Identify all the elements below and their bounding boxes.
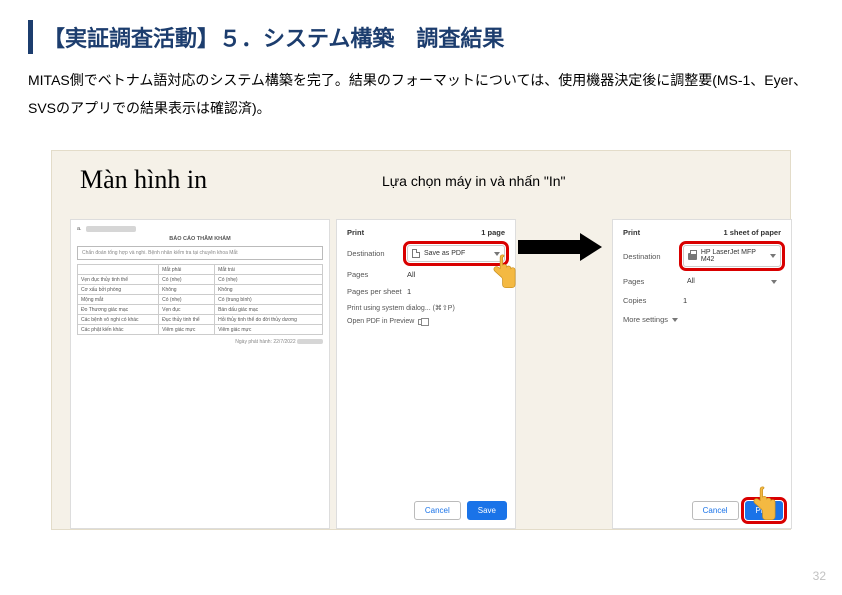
pages-label: Pages: [623, 277, 683, 286]
table-row: Các bệnh vô nghi có khácĐục thủy tinh th…: [78, 315, 323, 325]
report-date: Ngày phát hành: 22/7/2022: [77, 339, 323, 345]
chevron-down-icon: [771, 280, 777, 284]
table-row: Các phật kiến khácViêm giác mựcViêm giác…: [78, 325, 323, 335]
chevron-down-icon: [494, 252, 500, 256]
redaction-bar: [86, 226, 136, 232]
slide-heading: Màn hình in: [80, 165, 207, 195]
arrow-right-icon: [518, 233, 606, 261]
report-title: BÁO CÁO THĂM KHÁM: [77, 236, 323, 242]
redaction-bar: [297, 339, 323, 344]
print-title: Print: [623, 228, 640, 237]
table-row: Đo Thương giác mạcVẹn đụcBán dấu giác mạ…: [78, 305, 323, 315]
copies-label: Copies: [623, 296, 683, 305]
page-count: 1 page: [481, 228, 505, 237]
destination-select[interactable]: HP LaserJet MFP M42: [683, 245, 781, 267]
chevron-down-icon: [672, 318, 678, 322]
print-panel-left: Print 1 page Destination Save as PDF Pag…: [336, 219, 516, 529]
page-title: 【実証調査活動】５．システム構築 調査結果: [43, 21, 504, 53]
chevron-down-icon: [770, 254, 776, 258]
pages-value: All: [407, 270, 505, 279]
destination-label: Destination: [347, 249, 407, 258]
table-row: Mộng mắtCó (nhẹ)Có (trung bình): [78, 295, 323, 305]
report-table: Mắt phải Mắt trái Vẹn đục thủy tinh thểC…: [77, 264, 323, 335]
document-preview: a. BÁO CÁO THĂM KHÁM Chẩn đoán tổng hợp …: [70, 219, 330, 529]
save-button[interactable]: Save: [467, 501, 507, 520]
more-settings-toggle[interactable]: More settings: [623, 315, 678, 324]
cancel-button[interactable]: Cancel: [414, 501, 461, 520]
body-paragraph: MITAS側でベトナム語対応のシステム構築を完了。結果のフォーマットについては、…: [28, 66, 814, 122]
pages-per-sheet-label: Pages per sheet: [347, 287, 407, 296]
print-panel-right: Print 1 sheet of paper Destination HP La…: [612, 219, 792, 529]
printer-icon: [688, 253, 697, 260]
title-accent: [28, 20, 33, 54]
pages-label: Pages: [347, 270, 407, 279]
th: Mắt trái: [215, 265, 323, 275]
pages-select[interactable]: All: [683, 275, 781, 288]
diagnosis-summary-box: Chẩn đoán tổng hợp và nghi. Bệnh nhân ki…: [77, 246, 323, 260]
patient-prefix: a.: [77, 226, 82, 232]
cancel-button[interactable]: Cancel: [692, 501, 739, 520]
embedded-slide: Màn hình in Lựa chọn máy in và nhấn "In"…: [51, 150, 791, 530]
open-pdf-link[interactable]: Open PDF in Preview: [347, 318, 505, 325]
print-button[interactable]: Print: [745, 501, 783, 520]
table-row: Vẹn đục thủy tinh thểCó (nhẹ)Có (nhẹ): [78, 275, 323, 285]
sheet-count: 1 sheet of paper: [723, 228, 781, 237]
destination-label: Destination: [623, 252, 683, 261]
slide-instruction: Lựa chọn máy in và nhấn "In": [382, 173, 566, 189]
page-title-bar: 【実証調査活動】５．システム構築 調査結果: [28, 20, 814, 54]
th: [78, 265, 159, 275]
pdf-icon: [412, 249, 420, 258]
pages-per-sheet-value: 1: [407, 287, 505, 296]
table-row: Cơ xấu bởi phòngKhôngKhông: [78, 285, 323, 295]
th: Mắt phải: [159, 265, 215, 275]
copies-value: 1: [683, 296, 781, 305]
system-dialog-link[interactable]: Print using system dialog... (⌘⇧P): [347, 304, 505, 312]
print-title: Print: [347, 228, 364, 237]
table-header-row: Mắt phải Mắt trái: [78, 265, 323, 275]
destination-select[interactable]: Save as PDF: [407, 245, 505, 262]
external-link-icon: [418, 319, 424, 325]
page-number: 32: [813, 569, 826, 583]
